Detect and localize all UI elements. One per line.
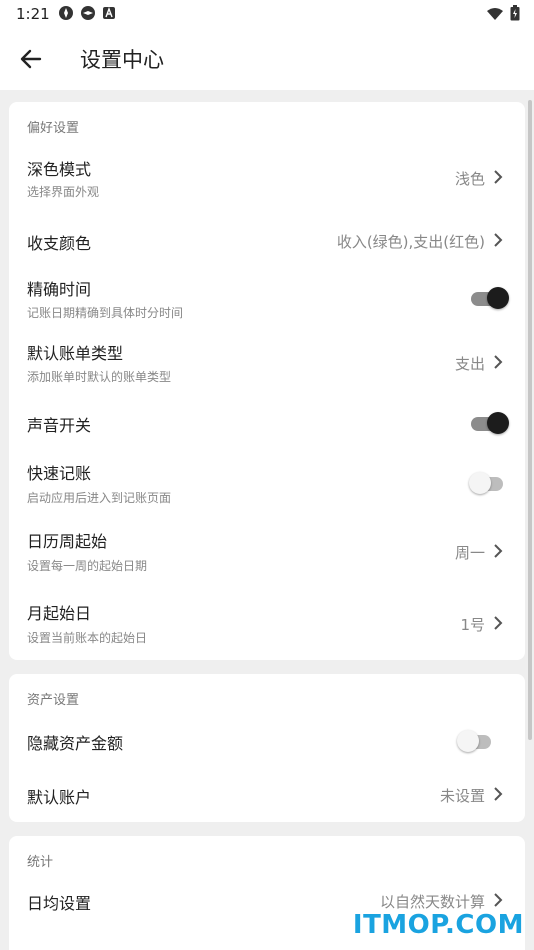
row-subtitle: 设置当前账本的起始日 (27, 631, 148, 645)
row-title: 日历周起始 (27, 532, 108, 551)
row-subtitle: 启动应用后进入到记账页面 (27, 491, 172, 505)
app-notification-icon (80, 5, 96, 21)
row-value: 支出 (454, 355, 485, 373)
row-value: 未设置 (439, 787, 485, 805)
row-title: 精确时间 (27, 280, 92, 299)
section-title-statistics: 统计 (27, 855, 54, 870)
income-expense-color-row[interactable]: 收支颜色 收入(绿色),支出(红色) (9, 220, 525, 260)
row-value: 以自然天数计算 (379, 893, 485, 911)
hide-asset-amount-toggle[interactable] (457, 730, 495, 752)
hide-asset-amount-row: 隐藏资产金额 (9, 720, 525, 762)
sound-row: 声音开关 (9, 402, 525, 444)
precise-time-row: 精确时间 记账日期精确到具体时分时间 (9, 270, 525, 326)
preferences-card: 偏好设置 深色模式 选择界面外观 浅色 收支颜色 收入(绿色),支出(红色) 精… (9, 102, 525, 660)
quick-record-toggle[interactable] (469, 472, 507, 494)
month-start-row[interactable]: 月起始日 设置当前账本的起始日 1号 (9, 598, 525, 654)
row-title: 快速记账 (27, 464, 92, 483)
row-title: 深色模式 (27, 160, 92, 179)
status-notification-icons (58, 5, 118, 21)
week-start-row[interactable]: 日历周起始 设置每一周的起始日期 周一 (9, 526, 525, 582)
wifi-icon (486, 6, 504, 25)
chevron-right-icon (493, 232, 503, 248)
row-title: 月起始日 (27, 604, 92, 623)
row-subtitle: 添加账单时默认的账单类型 (27, 370, 172, 384)
default-account-row[interactable]: 默认账户 未设置 (9, 774, 525, 816)
row-subtitle: 记账日期精确到具体时分时间 (27, 306, 184, 320)
assets-card: 资产设置 隐藏资产金额 默认账户 未设置 (9, 674, 525, 822)
row-title: 默认账户 (27, 788, 92, 807)
battery-icon (510, 5, 520, 25)
chevron-right-icon (493, 169, 503, 185)
row-title: 收支颜色 (27, 234, 92, 253)
quick-record-row: 快速记账 启动应用后进入到记账页面 (9, 456, 525, 512)
page-title: 设置中心 (80, 48, 164, 72)
app-notification-icon (58, 5, 74, 21)
watermark-logo: ITMOP.COM (352, 910, 524, 940)
chevron-right-icon (493, 786, 503, 802)
section-title-preferences: 偏好设置 (27, 121, 80, 136)
scrollbar[interactable] (528, 100, 532, 740)
row-subtitle: 选择界面外观 (27, 185, 100, 199)
chevron-right-icon (493, 892, 503, 908)
row-value: 浅色 (454, 170, 485, 188)
row-title: 隐藏资产金额 (27, 734, 124, 753)
status-time: 1:21 (16, 5, 50, 23)
row-title: 声音开关 (27, 416, 92, 435)
row-value: 1号 (460, 616, 485, 634)
row-subtitle: 设置每一周的起始日期 (27, 559, 148, 573)
row-value: 周一 (454, 544, 485, 562)
back-arrow-icon[interactable] (18, 46, 46, 74)
dark-mode-row[interactable]: 深色模式 选择界面外观 浅色 (9, 150, 525, 212)
section-title-assets: 资产设置 (27, 693, 80, 708)
precise-time-toggle[interactable] (471, 287, 509, 309)
row-title: 日均设置 (27, 894, 92, 913)
default-bill-type-row[interactable]: 默认账单类型 添加账单时默认的账单类型 支出 (9, 336, 525, 392)
status-system-icons (486, 5, 520, 25)
row-value: 收入(绿色),支出(红色) (336, 233, 485, 251)
chevron-right-icon (493, 615, 503, 631)
chevron-right-icon (493, 543, 503, 559)
row-title: 默认账单类型 (27, 344, 124, 363)
app-bar: 设置中心 (0, 28, 534, 90)
status-bar: 1:21 (0, 0, 534, 28)
sound-toggle[interactable] (471, 412, 509, 434)
chevron-right-icon (493, 354, 503, 370)
a-notification-icon (102, 5, 118, 21)
